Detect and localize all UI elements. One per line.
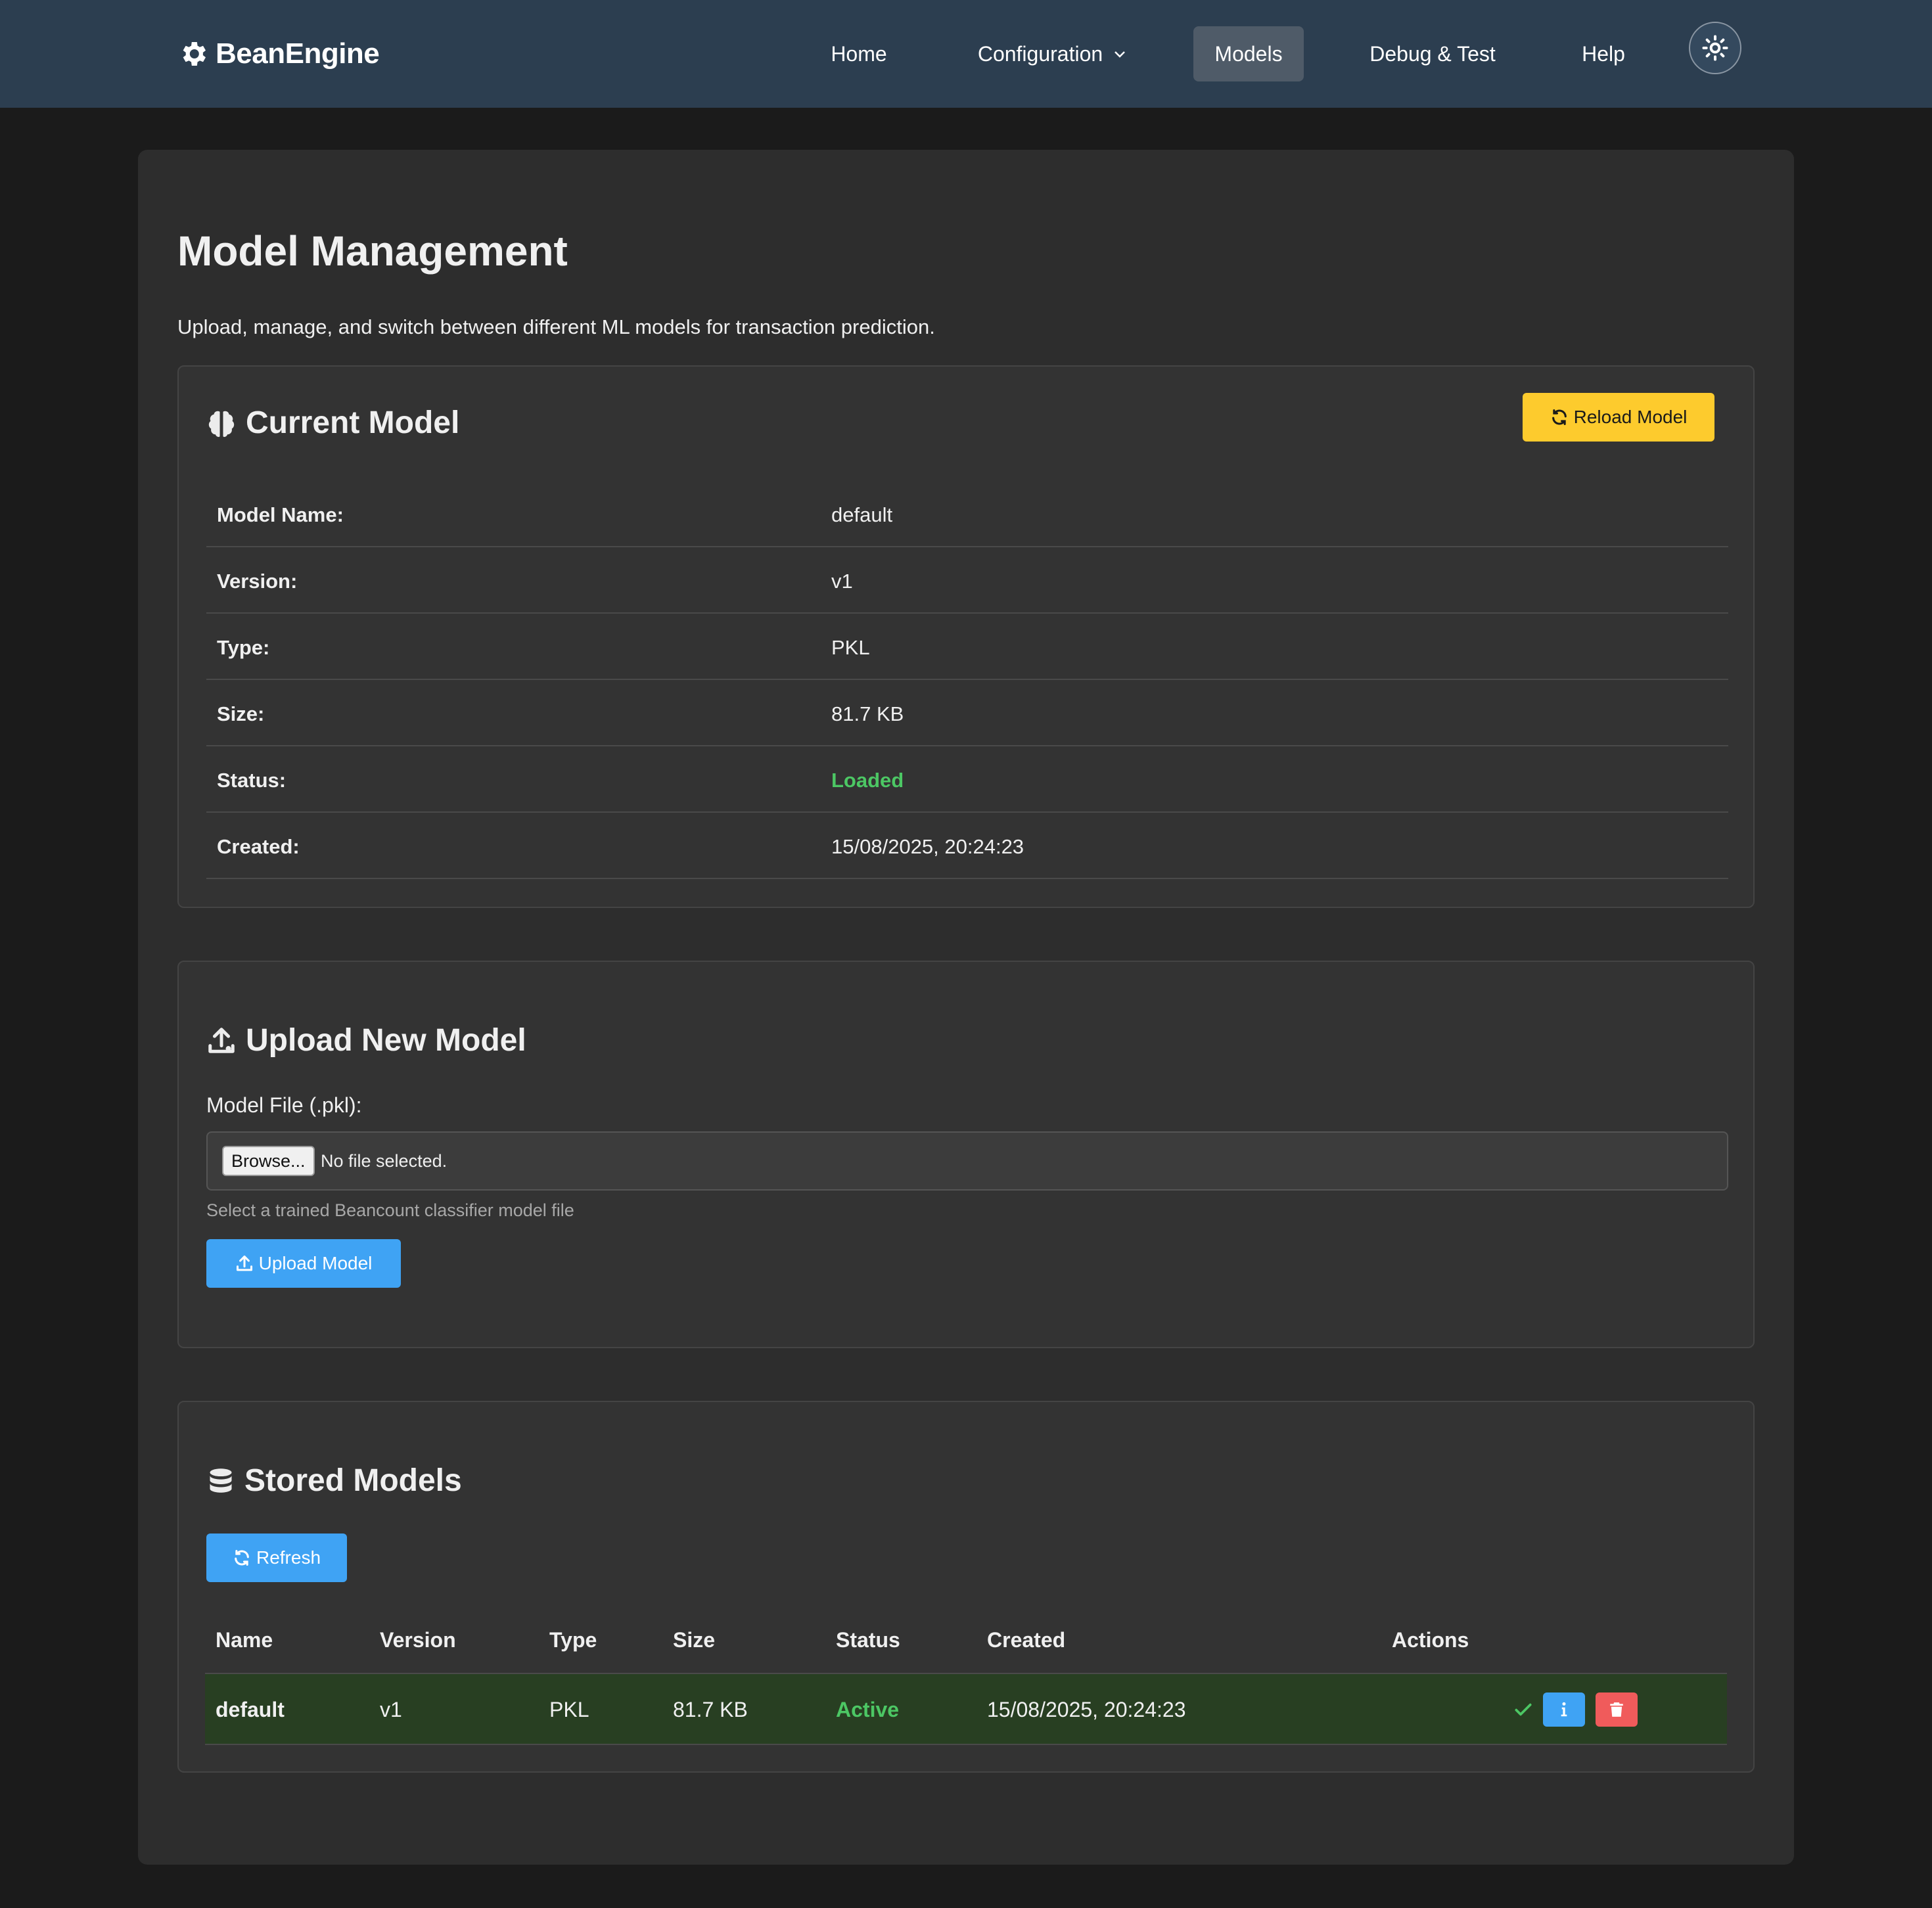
info-value: 81.7 KB — [831, 702, 904, 725]
info-row-created: Created: 15/08/2025, 20:24:23 — [206, 813, 1728, 879]
info-value: 15/08/2025, 20:24:23 — [831, 835, 1024, 858]
cell-type: PKL — [549, 1698, 589, 1721]
database-icon — [210, 1468, 232, 1493]
refresh-icon — [1552, 409, 1567, 426]
status-value: Loaded — [831, 769, 904, 792]
theme-toggle-button[interactable] — [1689, 22, 1741, 74]
model-file-label: Model File (.pkl): — [206, 1093, 362, 1117]
file-status-text: No file selected. — [321, 1151, 448, 1171]
upload-model-title: Upload New Model — [206, 1022, 526, 1058]
info-row-status: Status: Loaded — [206, 746, 1728, 813]
brand-logo[interactable]: BeanEngine — [177, 34, 380, 74]
upload-icon — [236, 1255, 252, 1271]
nav-home-label: Home — [831, 41, 887, 66]
sun-icon — [1702, 35, 1728, 61]
upload-icon — [208, 1027, 235, 1053]
nav-configuration[interactable]: Configuration — [961, 26, 1145, 81]
cell-size: 81.7 KB — [673, 1698, 748, 1721]
upload-model-button[interactable]: Upload Model — [206, 1239, 401, 1288]
upload-model-label: Upload Model — [258, 1253, 373, 1273]
col-header-created: Created — [987, 1628, 1066, 1652]
stored-models-title-text: Stored Models — [244, 1463, 462, 1498]
info-key: Model Name: — [217, 503, 344, 526]
cell-created: 15/08/2025, 20:24:23 — [987, 1698, 1186, 1721]
refresh-icon — [235, 1549, 249, 1566]
info-key: Version: — [217, 570, 298, 593]
col-header-version: Version — [380, 1628, 456, 1652]
trash-icon — [1610, 1702, 1623, 1717]
stored-models-title: Stored Models — [206, 1463, 462, 1499]
nav-help-label: Help — [1582, 41, 1625, 66]
col-header-actions: Actions — [1392, 1628, 1469, 1652]
check-icon — [1515, 1703, 1532, 1716]
info-key: Status: — [217, 769, 287, 792]
col-header-type: Type — [549, 1628, 597, 1652]
upload-model-title-text: Upload New Model — [246, 1023, 526, 1058]
browse-button[interactable]: Browse... — [222, 1146, 315, 1176]
page-description: Upload, manage, and switch between diffe… — [177, 315, 935, 338]
brand-name: BeanEngine — [216, 37, 380, 70]
info-row-version: Version: v1 — [206, 547, 1728, 614]
chevron-down-icon — [1115, 51, 1126, 58]
info-row-size: Size: 81.7 KB — [206, 680, 1728, 746]
model-file-input[interactable]: Browse... No file selected. — [206, 1131, 1728, 1191]
nav-configuration-label: Configuration — [977, 41, 1103, 66]
table-row: default v1 PKL 81.7 KB Active 15/08/2025… — [205, 1673, 1727, 1745]
info-key: Size: — [217, 702, 265, 725]
info-value: PKL — [831, 636, 870, 659]
delete-button[interactable] — [1596, 1692, 1638, 1727]
nav-models[interactable]: Models — [1193, 26, 1304, 81]
refresh-button[interactable]: Refresh — [206, 1533, 347, 1582]
nav-debug-test[interactable]: Debug & Test — [1354, 26, 1511, 81]
nav-debug-test-label: Debug & Test — [1369, 41, 1496, 66]
page-title: Model Management — [177, 227, 568, 275]
reload-model-label: Reload Model — [1573, 407, 1688, 427]
info-button[interactable] — [1543, 1692, 1585, 1727]
brain-icon — [208, 411, 235, 437]
current-model-title-text: Current Model — [246, 405, 460, 440]
info-row-type: Type: PKL — [206, 614, 1728, 680]
info-value: v1 — [831, 570, 853, 593]
navbar: BeanEngine Home Configuration Models Deb… — [0, 0, 1932, 108]
col-header-name: Name — [216, 1628, 273, 1652]
current-model-title: Current Model — [206, 405, 459, 441]
cell-status: Active — [836, 1698, 900, 1721]
gear-icon — [183, 42, 206, 66]
col-header-status: Status — [836, 1628, 900, 1652]
current-model-section: Current Model Reload Model Model Name: d… — [177, 365, 1755, 908]
info-key: Created: — [217, 835, 300, 858]
info-icon — [1561, 1702, 1567, 1717]
upload-model-section: Upload New Model Model File (.pkl): Brow… — [177, 961, 1755, 1348]
model-file-hint: Select a trained Beancount classifier mo… — [206, 1200, 574, 1220]
info-value: default — [831, 503, 893, 526]
refresh-label: Refresh — [256, 1547, 321, 1568]
nav-models-label: Models — [1214, 41, 1283, 66]
info-row-model-name: Model Name: default — [206, 481, 1728, 547]
cell-name: default — [216, 1698, 285, 1721]
nav-home[interactable]: Home — [810, 26, 908, 81]
info-key: Type: — [217, 636, 270, 659]
nav-help[interactable]: Help — [1564, 26, 1643, 81]
cell-version: v1 — [380, 1698, 402, 1721]
col-header-size: Size — [673, 1628, 716, 1652]
reload-model-button[interactable]: Reload Model — [1523, 393, 1714, 442]
